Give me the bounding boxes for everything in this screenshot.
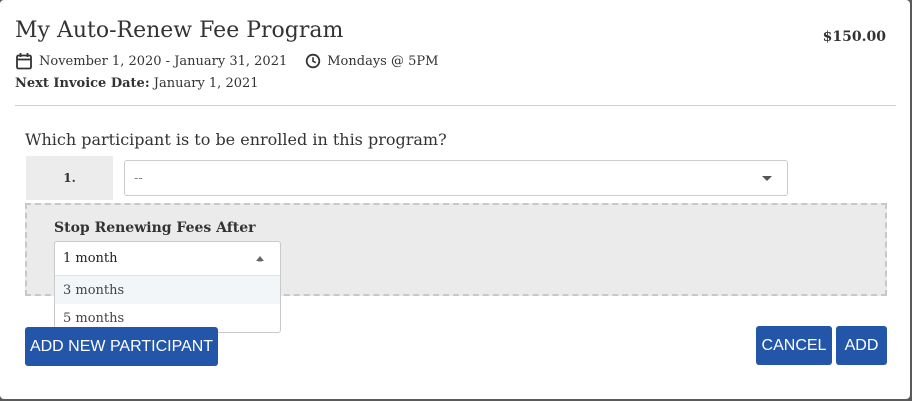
add-new-participant-button[interactable]: ADD NEW PARTICIPANT xyxy=(25,327,218,366)
enrollment-question: Which participant is to be enrolled in t… xyxy=(25,130,447,149)
schedule: Mondays @ 5PM xyxy=(305,53,438,69)
chevron-up-icon xyxy=(256,256,264,262)
renew-label: Stop Renewing Fees After xyxy=(54,220,256,236)
divider xyxy=(15,105,896,106)
next-invoice: Next Invoice Date: January 1, 2021 xyxy=(15,76,259,91)
program-price: $150.00 xyxy=(822,29,886,45)
next-invoice-value: January 1, 2021 xyxy=(153,76,259,91)
renew-period-selected[interactable]: 1 month xyxy=(55,242,280,276)
program-title: My Auto-Renew Fee Program xyxy=(15,18,344,43)
schedule-text: Mondays @ 5PM xyxy=(327,53,439,69)
renew-period-selected-value: 1 month xyxy=(63,251,118,266)
chevron-down-icon xyxy=(762,176,772,181)
date-range-text: November 1, 2020 - January 31, 2021 xyxy=(39,53,288,69)
program-modal: My Auto-Renew Fee Program $150.00 Novemb… xyxy=(0,0,910,399)
add-button[interactable]: ADD xyxy=(836,326,887,365)
calendar-icon xyxy=(16,53,32,70)
cancel-button[interactable]: CANCEL xyxy=(756,326,832,365)
participant-select[interactable]: -- xyxy=(124,160,788,196)
renew-period-dropdown[interactable]: 1 month 3 months 5 months xyxy=(54,241,281,333)
program-meta: November 1, 2020 - January 31, 2021 Mond… xyxy=(15,52,438,70)
participant-row-number: 1. xyxy=(26,156,113,200)
next-invoice-label: Next Invoice Date: xyxy=(15,76,150,91)
date-range: November 1, 2020 - January 31, 2021 xyxy=(15,52,287,70)
clock-icon xyxy=(306,53,321,69)
participant-select-value: -- xyxy=(134,170,143,186)
renew-option-3-months[interactable]: 3 months xyxy=(55,276,280,304)
